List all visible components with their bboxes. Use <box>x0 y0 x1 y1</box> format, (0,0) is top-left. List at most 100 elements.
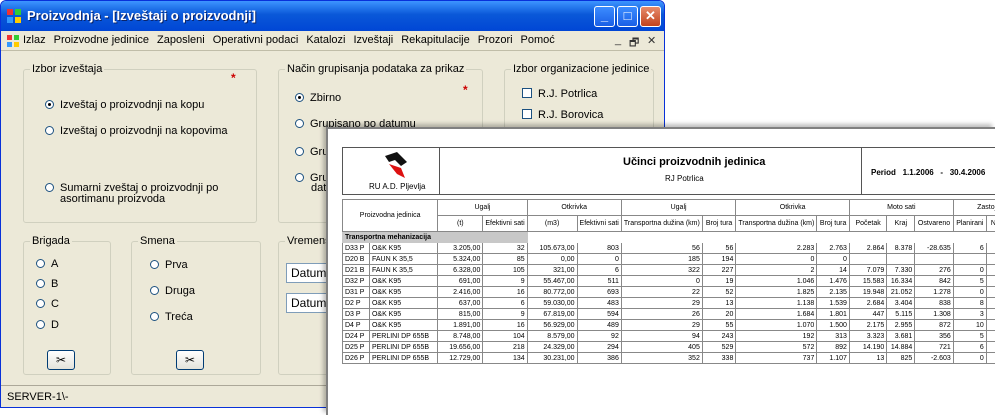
radio-button[interactable] <box>150 312 159 321</box>
table-cell: 8 <box>952 297 987 309</box>
table-cell: 194 <box>701 253 737 265</box>
smena-clear-button[interactable]: ✂ <box>176 350 204 370</box>
table-cell: 55 <box>701 319 737 331</box>
table-cell <box>952 253 987 265</box>
report-preview[interactable]: RU A.D. Pljevlja Učinci proizvodnih jedi… <box>326 127 995 415</box>
table-cell: 2.955 <box>886 319 916 331</box>
table-cell: 12.729,00 <box>437 352 484 364</box>
table-cell <box>985 330 995 342</box>
maximize-button[interactable]: □ <box>617 6 638 27</box>
col-subheader: Efektivni sati <box>576 215 622 232</box>
brigada-clear-button[interactable]: ✂ <box>47 350 75 370</box>
menu-proizvodne-jedinice[interactable]: Proizvodne jedinice <box>54 34 149 46</box>
table-cell: O&K K95 <box>368 275 439 287</box>
table-cell: 2.283 <box>735 242 818 254</box>
mdi-minimize-button[interactable]: _ <box>615 34 621 46</box>
option-smena-druga[interactable]: Druga <box>150 285 195 297</box>
radio-button[interactable] <box>45 100 54 109</box>
col-subheader: Kraj <box>886 215 916 232</box>
radio-button[interactable] <box>295 93 304 102</box>
table-cell: 1.500 <box>816 319 850 331</box>
radio-button[interactable] <box>295 173 304 182</box>
checkbox-rj-potrlica[interactable]: R.J. Potrlica <box>522 88 597 100</box>
required-star: * <box>231 71 236 85</box>
radio-button[interactable] <box>36 279 45 288</box>
checkbox[interactable] <box>522 109 532 119</box>
table-cell: 0,00 <box>526 253 578 265</box>
table-cell: 594 <box>576 308 622 320</box>
table-cell: 14.884 <box>886 341 916 353</box>
table-cell: 19 <box>701 275 737 287</box>
title-bar[interactable]: Proizvodnja - [Izveštaji o proizvodnji] … <box>1 1 664 31</box>
table-cell: 872 <box>914 319 954 331</box>
option-smena-prva[interactable]: Prva <box>150 259 188 271</box>
table-cell: 356 <box>914 330 954 342</box>
option-report-kop[interactable]: Izveštaj o proizvodnji na kopu <box>45 99 204 111</box>
table-row: D26 P PERLINI DP 655B 12.729,00 134 30.231,0… <box>342 352 995 364</box>
table-cell: 16 <box>482 319 528 331</box>
table-cell <box>985 275 995 287</box>
table-cell <box>985 297 995 309</box>
checkbox[interactable] <box>522 88 532 98</box>
option-brigada-c[interactable]: C <box>36 298 59 310</box>
table-cell: 3.404 <box>886 297 916 309</box>
option-brigada-a[interactable]: A <box>36 258 58 270</box>
table-cell: 352 <box>620 352 703 364</box>
table-cell: 572 <box>735 341 818 353</box>
table-cell: 52 <box>701 286 737 298</box>
option-grupisano-3[interactable]: Gru <box>295 146 328 158</box>
table-cell: 313 <box>816 330 850 342</box>
menu-prozori[interactable]: Prozori <box>478 34 513 46</box>
mdi-restore-button[interactable]: 🗗 <box>629 34 639 53</box>
table-cell: 1.891,00 <box>437 319 484 331</box>
menu-pomoc[interactable]: Pomoć <box>521 34 555 46</box>
org-unit-legend: Izbor organizacione jedinice <box>513 63 650 75</box>
table-cell: 1.070 <box>735 319 818 331</box>
table-cell: 8.579,00 <box>526 330 578 342</box>
table-cell: 294 <box>576 341 622 353</box>
menu-rekapitulacije[interactable]: Rekapitulacije <box>401 34 469 46</box>
menu-katalozi[interactable]: Katalozi <box>306 34 345 46</box>
table-cell: D20 B <box>342 253 370 265</box>
table-cell <box>886 253 916 265</box>
menu-izvestaji[interactable]: Izveštaji <box>353 34 393 46</box>
table-cell: 6 <box>952 341 987 353</box>
minimize-button[interactable]: _ <box>594 6 615 27</box>
radio-button[interactable] <box>45 126 54 135</box>
table-cell: 104 <box>482 330 528 342</box>
radio-button[interactable] <box>36 320 45 329</box>
table-cell: 276 <box>914 264 954 276</box>
checkbox-rj-borovica[interactable]: R.J. Borovica <box>522 109 603 121</box>
menu-operativni-podaci[interactable]: Operativni podaci <box>213 34 299 46</box>
report-choice-legend: Izbor izveštaja <box>32 63 103 75</box>
table-cell: 9 <box>482 275 528 287</box>
table-cell: O&K K95 <box>368 242 439 254</box>
option-smena-treca[interactable]: Treća <box>150 311 193 323</box>
table-cell: 815,00 <box>437 308 484 320</box>
radio-button[interactable] <box>36 299 45 308</box>
radio-button[interactable] <box>36 259 45 268</box>
table-cell: 14.190 <box>848 341 888 353</box>
col-header: Moto sati <box>848 199 954 216</box>
radio-button[interactable] <box>150 260 159 269</box>
option-brigada-b[interactable]: B <box>36 278 58 290</box>
option-report-kopovi[interactable]: Izveštaj o proizvodnji na kopovima <box>45 125 228 137</box>
document-icon[interactable] <box>7 35 19 47</box>
table-cell: 24.329,00 <box>526 341 578 353</box>
radio-button[interactable] <box>150 286 159 295</box>
radio-button[interactable] <box>45 183 54 192</box>
table-cell: 1.539 <box>816 297 850 309</box>
table-cell: 0 <box>735 253 818 265</box>
radio-button[interactable] <box>295 119 304 128</box>
grouping-legend: Način grupisanja podataka za prikaz <box>287 63 465 75</box>
radio-button[interactable] <box>295 147 304 156</box>
mdi-close-button[interactable]: ✕ <box>647 34 656 47</box>
table-row: D32 P O&K K95 691,00 9 55.467,00 511 0 19 1.046 1… <box>342 275 995 287</box>
close-button[interactable]: ✕ <box>640 6 661 27</box>
menu-zaposleni[interactable]: Zaposleni <box>157 34 205 46</box>
option-brigada-d[interactable]: D <box>36 319 59 331</box>
menu-izlaz[interactable]: Izlaz <box>23 34 46 46</box>
table-cell: 321,00 <box>526 264 578 276</box>
table-cell: O&K K95 <box>368 319 439 331</box>
option-zbirno[interactable]: Zbirno <box>295 92 341 104</box>
